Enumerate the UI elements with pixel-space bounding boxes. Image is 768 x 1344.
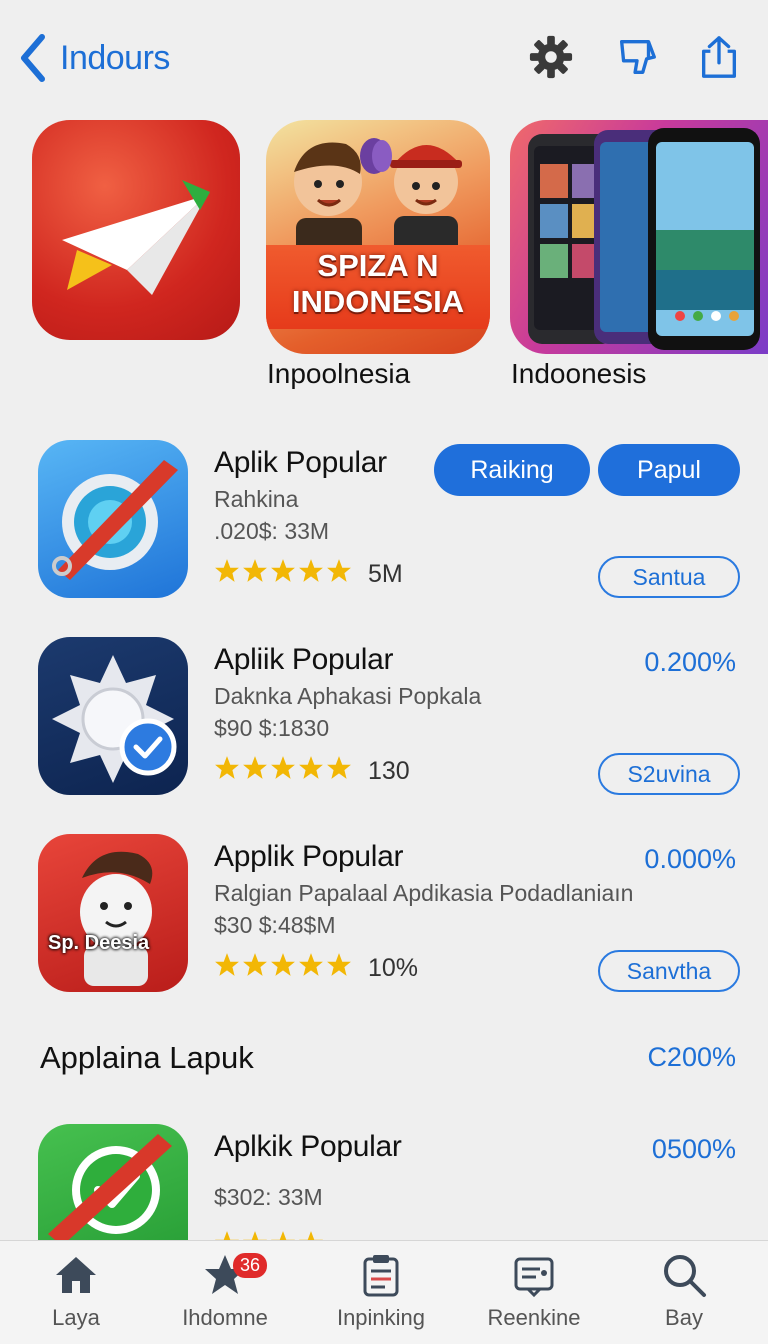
app-list-item[interactable]: Apliik Popular Daknka Aphakasi Popkala $… <box>0 637 768 807</box>
featured-label-2: Inpoolnesia <box>267 358 411 389</box>
tab-label: Laya <box>52 1305 100 1330</box>
app-title: Aplkik Popular <box>214 1130 402 1163</box>
star-rating <box>214 558 352 588</box>
app-price: $90 $:1830 <box>214 715 330 741</box>
star-icon <box>271 756 295 779</box>
section-percentage: C200% <box>647 1042 736 1072</box>
featured-carousel: SPIZA N INDONESIA Inpoolnesia Indoonesis <box>0 110 768 400</box>
featured-tile-2[interactable]: SPIZA N INDONESIA <box>266 120 490 354</box>
mascot-icon: Sp. Deesia <box>38 834 188 992</box>
featured-tile-3[interactable] <box>510 120 768 354</box>
star-icon <box>299 756 323 779</box>
app-list-item[interactable]: Aplkik Popular $302: 33M 0500% <box>0 1124 768 1240</box>
star-rating <box>214 952 352 982</box>
tab-ranking[interactable]: Inpinking <box>311 1251 451 1341</box>
green-check-icon <box>38 1124 188 1240</box>
gear-icon <box>529 35 573 79</box>
section-title: Applaina Lapuk <box>40 1040 254 1075</box>
phones-screenshot-icon <box>528 128 760 350</box>
app-title: Applik Popular <box>214 840 404 873</box>
star-icon <box>215 953 239 976</box>
get-button[interactable]: S2uvina <box>598 753 740 795</box>
app-price: .020$: 33M <box>214 518 330 544</box>
app-percentage: 0.000% <box>644 844 736 874</box>
star-icon <box>299 559 323 582</box>
paper-plane-icon <box>62 180 210 295</box>
star-icon <box>299 953 323 976</box>
app-title: Aplik Popular <box>214 446 387 479</box>
star-icon <box>243 1231 267 1240</box>
bottom-tab-bar: Laya 36 Ihdomne Inpinking Reenkine Bay <box>0 1240 768 1344</box>
tab-featured[interactable]: 36 Ihdomne <box>155 1251 295 1341</box>
rating-count: 130 <box>368 757 410 785</box>
star-icon <box>327 559 351 582</box>
tab-label: Bay <box>665 1305 703 1330</box>
star-icon <box>327 953 351 976</box>
home-icon <box>56 1257 96 1293</box>
dislike-button[interactable] <box>612 30 662 84</box>
safari-check-icon <box>38 637 188 795</box>
star-icon <box>243 756 267 779</box>
settings-button[interactable] <box>526 30 576 84</box>
star-rating <box>214 755 352 785</box>
thumbs-down-icon <box>619 39 656 75</box>
back-button[interactable]: Indours <box>18 30 170 86</box>
star-icon <box>327 756 351 779</box>
star-icon <box>271 559 295 582</box>
tab-home[interactable]: Laya <box>6 1251 146 1341</box>
app-price: $302: 33M <box>214 1184 323 1210</box>
app-percentage: 0.200% <box>644 647 736 677</box>
get-button[interactable]: Santua <box>598 556 740 598</box>
search-icon <box>664 1255 706 1297</box>
receipt-icon <box>514 1257 554 1298</box>
share-icon <box>701 36 737 78</box>
featured-tile-2-title: SPIZA N INDONESIA <box>291 248 465 319</box>
star-icon <box>243 559 267 582</box>
app-subtitle: Daknka Aphakasi Popkala <box>214 683 482 709</box>
popular-pill-button[interactable]: Papul <box>598 444 740 496</box>
chevron-left-icon <box>21 34 45 82</box>
notification-badge: 36 <box>233 1253 268 1278</box>
star-icon <box>271 953 295 976</box>
compass-pen-icon <box>38 440 188 598</box>
top-nav-bar: Indours <box>0 0 768 110</box>
tab-recent[interactable]: Reenkine <box>464 1251 604 1341</box>
star-icon <box>243 953 267 976</box>
star-icon <box>271 1231 295 1240</box>
ranking-pill-button[interactable]: Raiking <box>434 444 590 496</box>
app-list-item[interactable]: Sp. Deesia Applik Popular Ralgian Papala… <box>0 834 768 1004</box>
share-button[interactable] <box>694 30 744 84</box>
star-icon <box>215 1231 239 1240</box>
tab-search[interactable]: Bay <box>614 1251 754 1341</box>
star-icon <box>299 1231 323 1240</box>
mascot-icon-label: Sp. Deesia <box>48 932 150 954</box>
app-list-item[interactable]: Aplik Popular Rahkina .020$: 33M 5M Raik… <box>0 440 768 610</box>
app-subtitle: Rahkina <box>214 486 299 512</box>
app-title: Apliik Popular <box>214 643 394 676</box>
tab-label: Reenkine <box>487 1305 581 1330</box>
featured-label-3: Indoonesis <box>511 358 647 389</box>
tab-label: Ihdomne <box>182 1305 268 1330</box>
star-rating <box>214 1230 324 1240</box>
app-subtitle: Ralgian Papalaal Apdikasia Podadlaniaın <box>214 880 634 906</box>
tab-label: Inpinking <box>336 1305 426 1330</box>
star-icon <box>215 756 239 779</box>
featured-tile-1[interactable] <box>32 120 240 340</box>
back-label: Indours <box>60 38 170 77</box>
get-button[interactable]: Sanvtha <box>598 950 740 992</box>
app-percentage: 0500% <box>651 1134 736 1164</box>
rating-count: 10% <box>368 954 419 982</box>
star-icon <box>215 559 239 582</box>
rating-count: 5M <box>368 560 403 588</box>
clipboard-icon <box>363 1255 399 1297</box>
app-price: $30 $:48$M <box>214 912 336 938</box>
